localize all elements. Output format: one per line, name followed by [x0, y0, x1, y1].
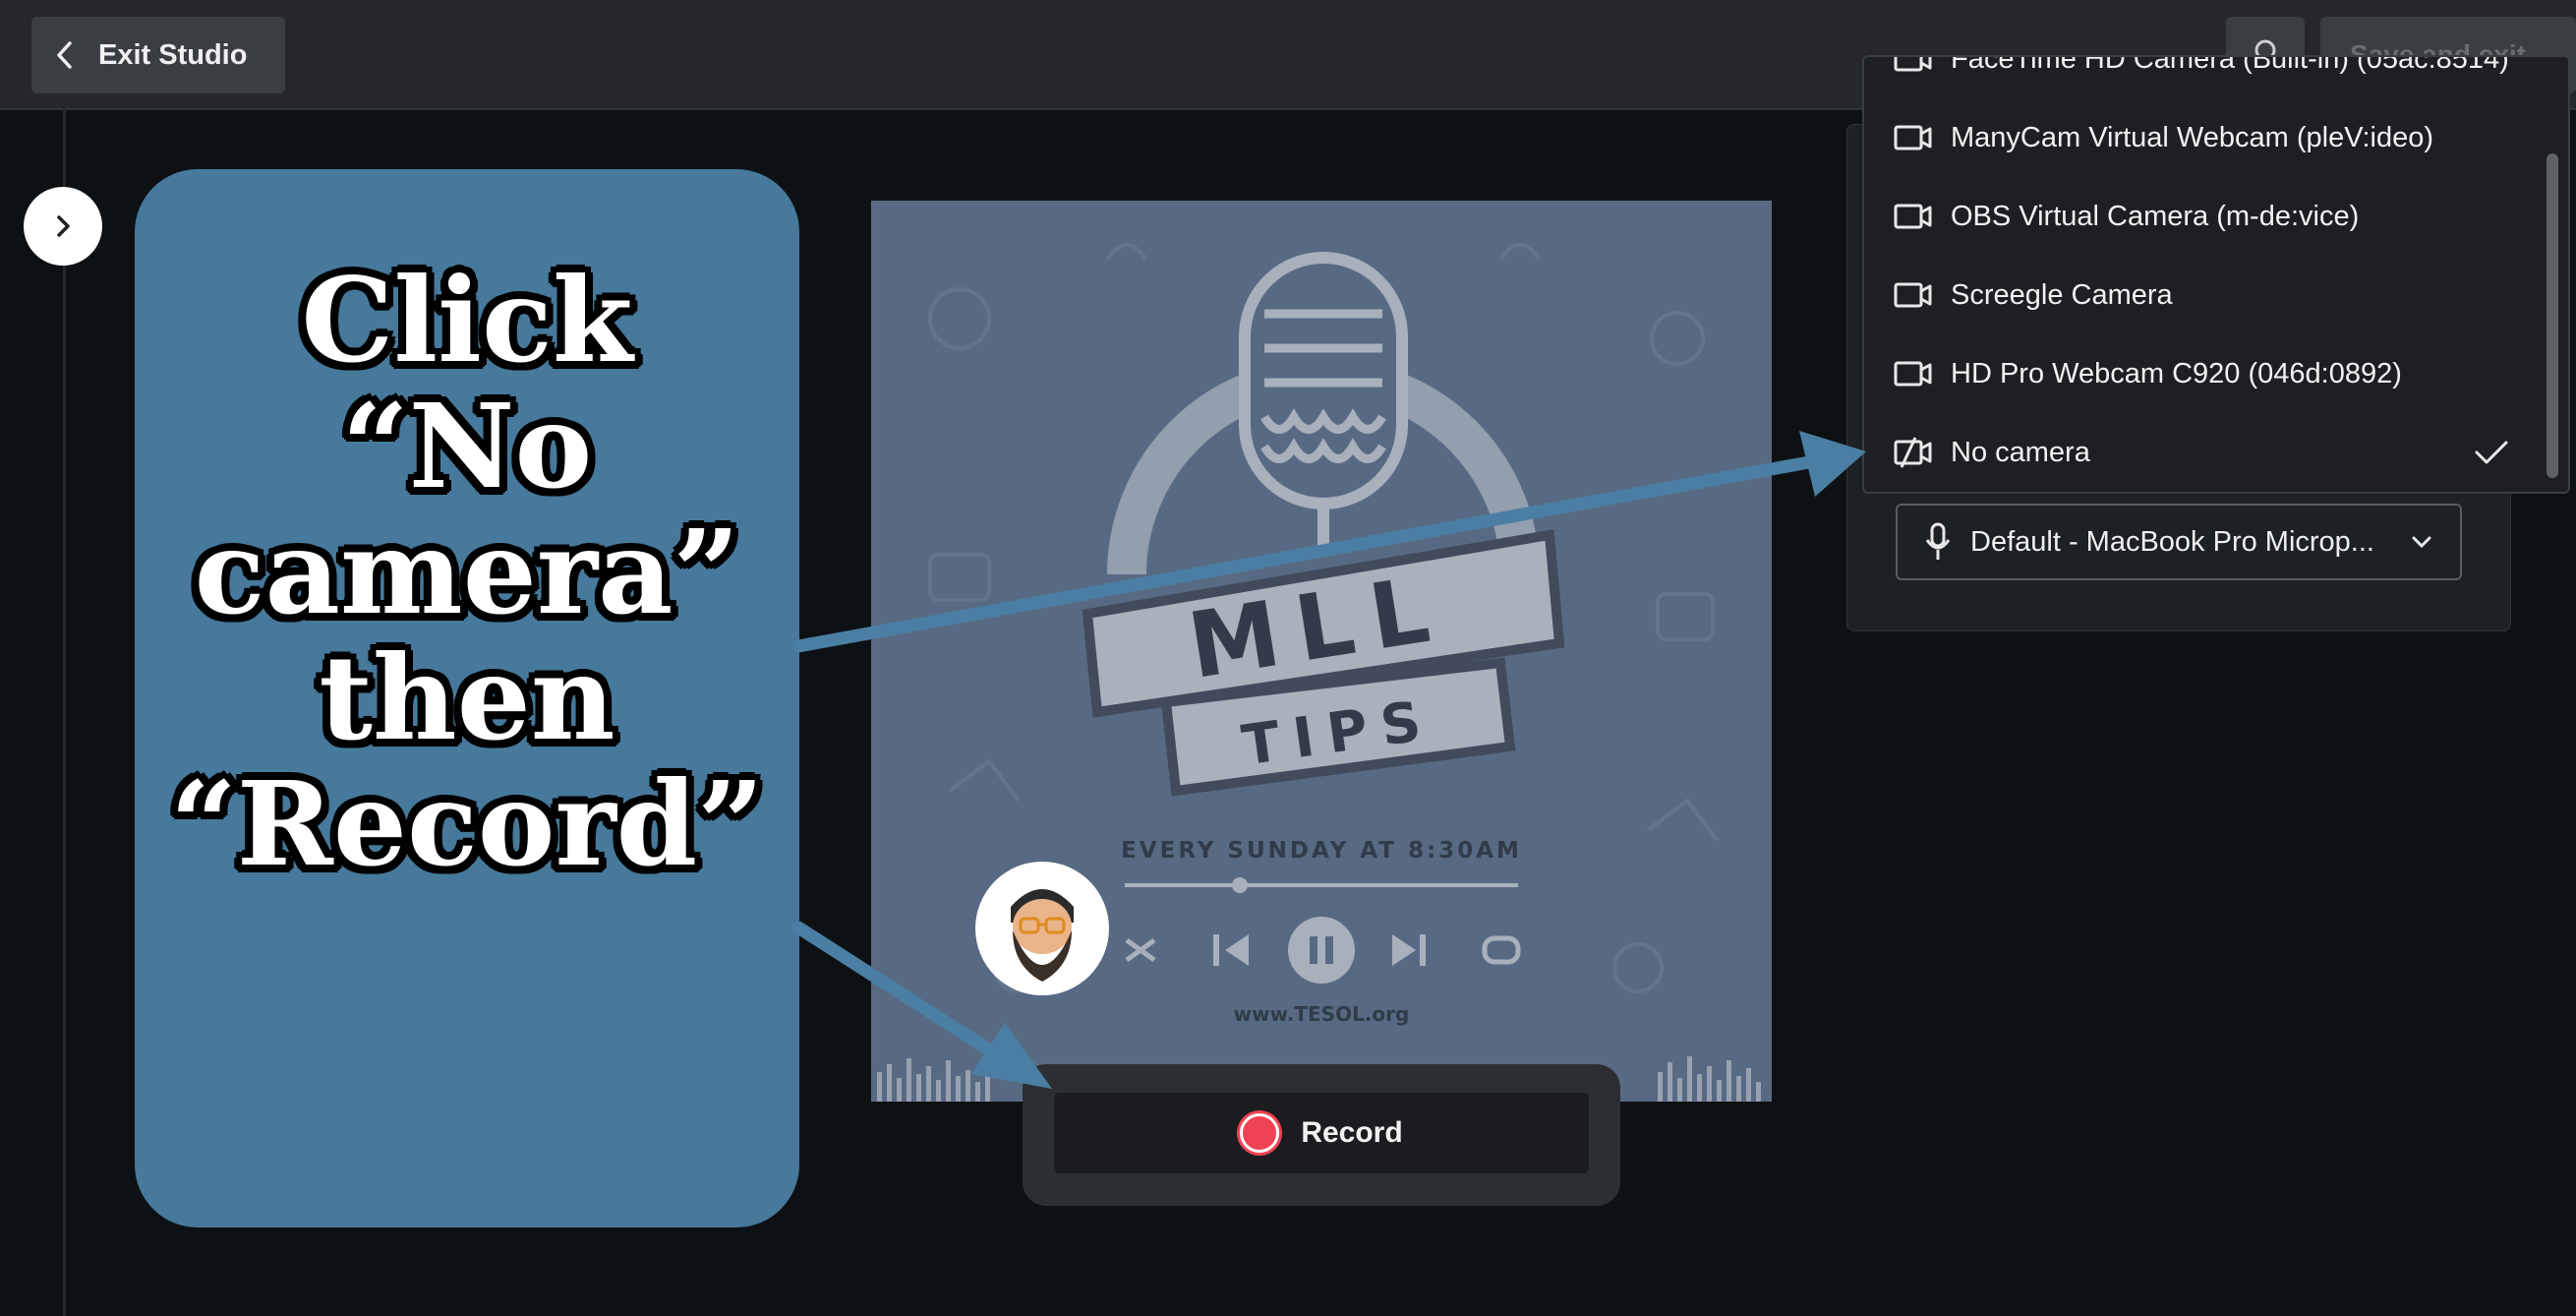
- camera-option-label: HD Pro Webcam C920 (046d:0892): [1951, 357, 2402, 389]
- chevron-right-icon: [57, 215, 70, 237]
- instruction-line: “No: [341, 378, 593, 514]
- microphone-select-value: Default - MacBook Pro Microp...: [1970, 525, 2374, 558]
- camera-option[interactable]: HD Pro Webcam C920 (046d:0892): [1864, 334, 2543, 413]
- checkmark-icon: [2475, 441, 2508, 464]
- camera-dropdown: FaceTime HD Camera (Built-in) (05ac:8514…: [1862, 55, 2570, 494]
- instruction-line: then: [319, 629, 615, 766]
- record-label: Record: [1301, 1116, 1403, 1149]
- camera-option[interactable]: ManyCam Virtual Webcam (pleV:ideo): [1864, 98, 2543, 177]
- instruction-callout: Click “No camera” then “Record”: [135, 169, 799, 1227]
- presenter-avatar: [975, 862, 1109, 995]
- chevron-down-icon: [2412, 536, 2431, 549]
- camera-option-label: FaceTime HD Camera (Built-in) (05ac:8514…: [1951, 55, 2509, 75]
- record-panel: Record: [1023, 1064, 1620, 1206]
- left-rail: [63, 108, 66, 1316]
- exit-studio-label: Exit Studio: [98, 38, 248, 71]
- expand-panel-button[interactable]: [24, 187, 102, 266]
- camera-icon: [1894, 361, 1932, 387]
- instruction-line: “Record”: [169, 755, 765, 892]
- camera-option[interactable]: Screegle Camera: [1864, 256, 2543, 334]
- bearded-man-avatar-icon: [1011, 889, 1074, 982]
- microphone-select[interactable]: Default - MacBook Pro Microp...: [1896, 504, 2462, 580]
- chevron-left-icon: [57, 41, 72, 69]
- camera-icon: [1894, 57, 1932, 72]
- no-camera-option[interactable]: No camera: [1864, 413, 2543, 492]
- camera-off-icon: [1894, 437, 1932, 468]
- camera-option-label: Screegle Camera: [1951, 278, 2173, 311]
- exit-studio-button[interactable]: Exit Studio: [31, 17, 285, 93]
- camera-option[interactable]: OBS Virtual Camera (m-de:vice): [1864, 177, 2543, 256]
- camera-icon: [1894, 125, 1932, 150]
- record-icon: [1240, 1113, 1280, 1153]
- dropdown-scrollbar[interactable]: [2543, 57, 2564, 492]
- camera-option-label: No camera: [1951, 436, 2090, 468]
- record-button[interactable]: Record: [1054, 1093, 1589, 1173]
- instruction-line: camera”: [194, 504, 740, 640]
- instruction-text: Click “No camera” then “Record”: [135, 258, 799, 887]
- camera-icon: [1894, 282, 1932, 308]
- camera-option[interactable]: FaceTime HD Camera (Built-in) (05ac:8514…: [1864, 55, 2543, 98]
- camera-option-label: ManyCam Virtual Webcam (pleV:ideo): [1951, 121, 2434, 153]
- microphone-icon: [1925, 522, 1951, 560]
- scrollbar-thumb[interactable]: [2547, 153, 2558, 478]
- camera-icon: [1894, 204, 1932, 229]
- camera-option-label: OBS Virtual Camera (m-de:vice): [1951, 200, 2360, 232]
- instruction-line: Click: [301, 252, 633, 389]
